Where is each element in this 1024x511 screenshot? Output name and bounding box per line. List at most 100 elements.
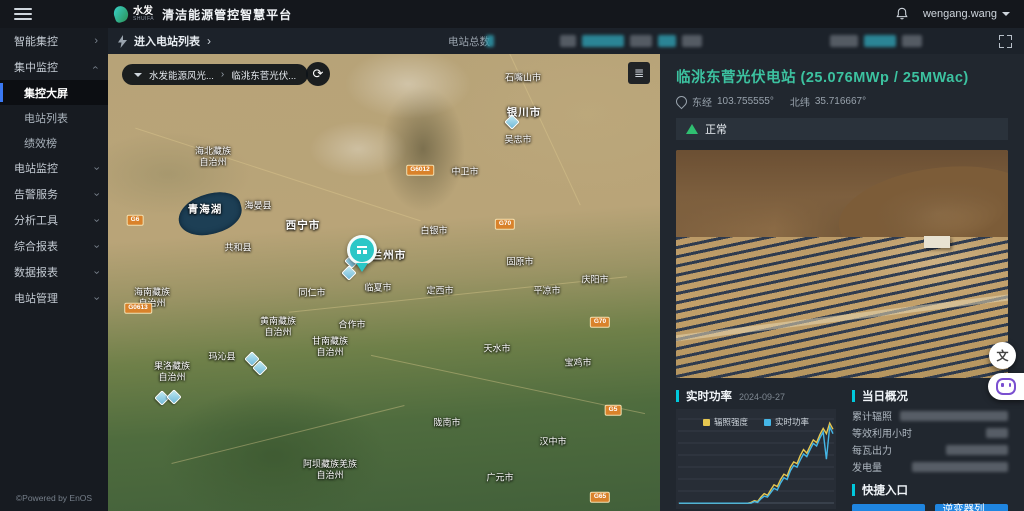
sidebar-item-analysis-tools[interactable]: 分析工具› xyxy=(0,207,108,233)
longitude-value: 103.755555° xyxy=(717,96,774,107)
selected-station-pin[interactable] xyxy=(347,235,377,272)
satellite-map[interactable]: 石嘴山市银川市吴忠市中卫市白银市兰州市临夏市定西市固原市平凉市庆阳市天水市宝鸡市… xyxy=(108,54,660,511)
logo-drop-icon xyxy=(112,4,130,24)
brand-subtitle: SHUIFA xyxy=(133,17,154,22)
ai-assistant-button[interactable] xyxy=(988,373,1024,400)
section-accent-bar xyxy=(852,390,855,402)
redacted-value xyxy=(946,445,1008,455)
sidebar-subitem-label: 电站列表 xyxy=(24,110,68,126)
status-bar: 正常 xyxy=(676,118,1008,140)
sidebar-item-station-list[interactable]: 电站列表 xyxy=(0,105,108,130)
enter-station-list-button[interactable]: 进入电站列表 › xyxy=(118,28,211,54)
sidebar-item-label: 告警服务 xyxy=(14,186,58,202)
status-badge: 正常 xyxy=(705,121,727,137)
road-badge: G5 xyxy=(605,405,622,416)
station-cluster-marker[interactable] xyxy=(166,389,182,405)
chevron-down-icon: › xyxy=(91,296,102,300)
chevron-down-icon xyxy=(134,73,142,77)
chevron-down-icon: › xyxy=(91,270,102,274)
sidebar-item-control-screen[interactable]: 集控大屏 xyxy=(0,80,108,105)
status-triangle-icon xyxy=(686,124,698,134)
map-breadcrumb[interactable]: 水发能源风光... › 临洮东菅光伏... xyxy=(122,64,308,85)
sidebar-item-label: 集中监控 xyxy=(14,59,58,75)
sidebar-item-data-reports[interactable]: 数据报表› xyxy=(0,259,108,285)
user-menu[interactable]: wengang.wang xyxy=(923,8,1010,20)
map-city-label: 同仁市 xyxy=(298,287,325,298)
map-city-label: 果洛藏族 自治州 xyxy=(154,361,190,384)
breadcrumb-parent[interactable]: 水发能源风光... xyxy=(149,68,214,82)
legend-label: 实时功率 xyxy=(775,416,809,428)
redacted-station-total-value xyxy=(486,35,494,47)
map-city-label: 天水市 xyxy=(483,343,510,354)
chevron-right-icon: › xyxy=(94,36,98,47)
map-city-label: 临夏市 xyxy=(364,282,391,293)
sidebar-item-comprehensive-reports[interactable]: 综合报表› xyxy=(0,233,108,259)
quick-entry-title: 快捷入口 xyxy=(862,482,908,498)
username: wengang.wang xyxy=(923,8,997,20)
map-city-label: 石嘴山市 xyxy=(505,72,541,83)
chevron-right-icon: › xyxy=(207,34,211,48)
sidebar-item-station-monitoring[interactable]: 电站监控› xyxy=(0,155,108,181)
stat-label: 等效利用小时 xyxy=(852,425,912,440)
enter-station-list-label: 进入电站列表 xyxy=(134,33,200,49)
map-city-label: 固原市 xyxy=(506,256,533,267)
map-city-label: 汉中市 xyxy=(539,436,566,447)
station-title: 临洮东菅光伏电站 (25.076MWp / 25MWac) xyxy=(676,66,1008,87)
translate-button[interactable]: 文 xyxy=(989,342,1016,369)
map-city-label: 甘南藏族 自治州 xyxy=(312,336,348,359)
layers-icon: ≣ xyxy=(634,66,644,80)
sidebar-item-label: 智能集控 xyxy=(14,33,58,49)
today-overview-title: 当日概况 xyxy=(862,388,908,404)
sidebar-item-label: 分析工具 xyxy=(14,212,58,228)
map-city-label: 阿坝藏族羌族 自治州 xyxy=(303,459,357,482)
refresh-icon: ⟳ xyxy=(313,66,324,82)
location-pin-icon xyxy=(674,94,690,110)
redacted-value xyxy=(900,411,1008,421)
stat-row-output-per-watt: 每瓦出力 xyxy=(852,441,1008,458)
lightning-icon xyxy=(118,35,127,48)
realtime-power-chart[interactable]: 辐照强度 实时功率 xyxy=(676,409,836,509)
map-city-label: 海晏县 xyxy=(244,200,271,211)
sidebar-item-central-monitoring[interactable]: 集中监控 › xyxy=(0,54,108,80)
sidebar-item-performance-board[interactable]: 绩效榜 xyxy=(0,130,108,155)
sidebar-item-station-management[interactable]: 电站管理 › xyxy=(0,285,108,311)
map-city-label: 广元市 xyxy=(486,472,513,483)
station-monitoring-button[interactable]: 电站监控 xyxy=(852,504,925,511)
map-city-label: 青海湖 xyxy=(188,203,223,216)
road-badge: G70 xyxy=(590,317,610,328)
fullscreen-icon[interactable] xyxy=(999,35,1012,48)
breadcrumb-child[interactable]: 临洮东菅光伏... xyxy=(231,68,296,82)
sidebar-item-alarm-service[interactable]: 告警服务› xyxy=(0,181,108,207)
chevron-down-icon xyxy=(1002,12,1010,16)
inverter-list-button[interactable]: 逆变器列表 xyxy=(935,504,1008,511)
sidebar-subitem-label: 集控大屏 xyxy=(24,85,68,101)
hamburger-menu-icon[interactable] xyxy=(14,8,32,20)
station-total-label: 电站总数 xyxy=(448,34,490,49)
page-title: 清洁能源管控智慧平台 xyxy=(162,6,292,23)
stat-label: 每瓦出力 xyxy=(852,442,892,457)
map-layers-button[interactable]: ≣ xyxy=(628,62,650,84)
latitude-label: 北纬 xyxy=(790,94,810,109)
legend-color-chip xyxy=(764,419,771,426)
map-city-label: 平凉市 xyxy=(533,285,560,296)
redacted-value xyxy=(986,428,1008,438)
sidebar-item-label: 电站管理 xyxy=(14,290,58,306)
legend-color-chip xyxy=(703,419,710,426)
refresh-button[interactable]: ⟳ xyxy=(306,62,330,86)
plant-building xyxy=(924,236,950,248)
notification-bell-icon[interactable] xyxy=(895,7,909,21)
map-city-label: 合作市 xyxy=(338,319,365,330)
road-badge: G6012 xyxy=(406,165,434,176)
brand-logo: 水发 SHUIFA xyxy=(114,6,154,22)
chart-date: 2024-09-27 xyxy=(739,392,785,402)
chevron-up-icon: › xyxy=(91,65,102,69)
map-city-label: 吴忠市 xyxy=(504,134,531,145)
map-city-label: 玛沁县 xyxy=(208,351,235,362)
sidebar-item-smart-control[interactable]: 智能集控 › xyxy=(0,28,108,54)
legend-power[interactable]: 实时功率 xyxy=(764,416,809,428)
section-accent-bar xyxy=(676,390,679,402)
stat-label: 累计辐照 xyxy=(852,408,892,423)
stat-row-energy-generated: 发电量 xyxy=(852,458,1008,475)
map-city-label: 西宁市 xyxy=(286,219,321,232)
legend-irradiance[interactable]: 辐照强度 xyxy=(703,416,748,428)
